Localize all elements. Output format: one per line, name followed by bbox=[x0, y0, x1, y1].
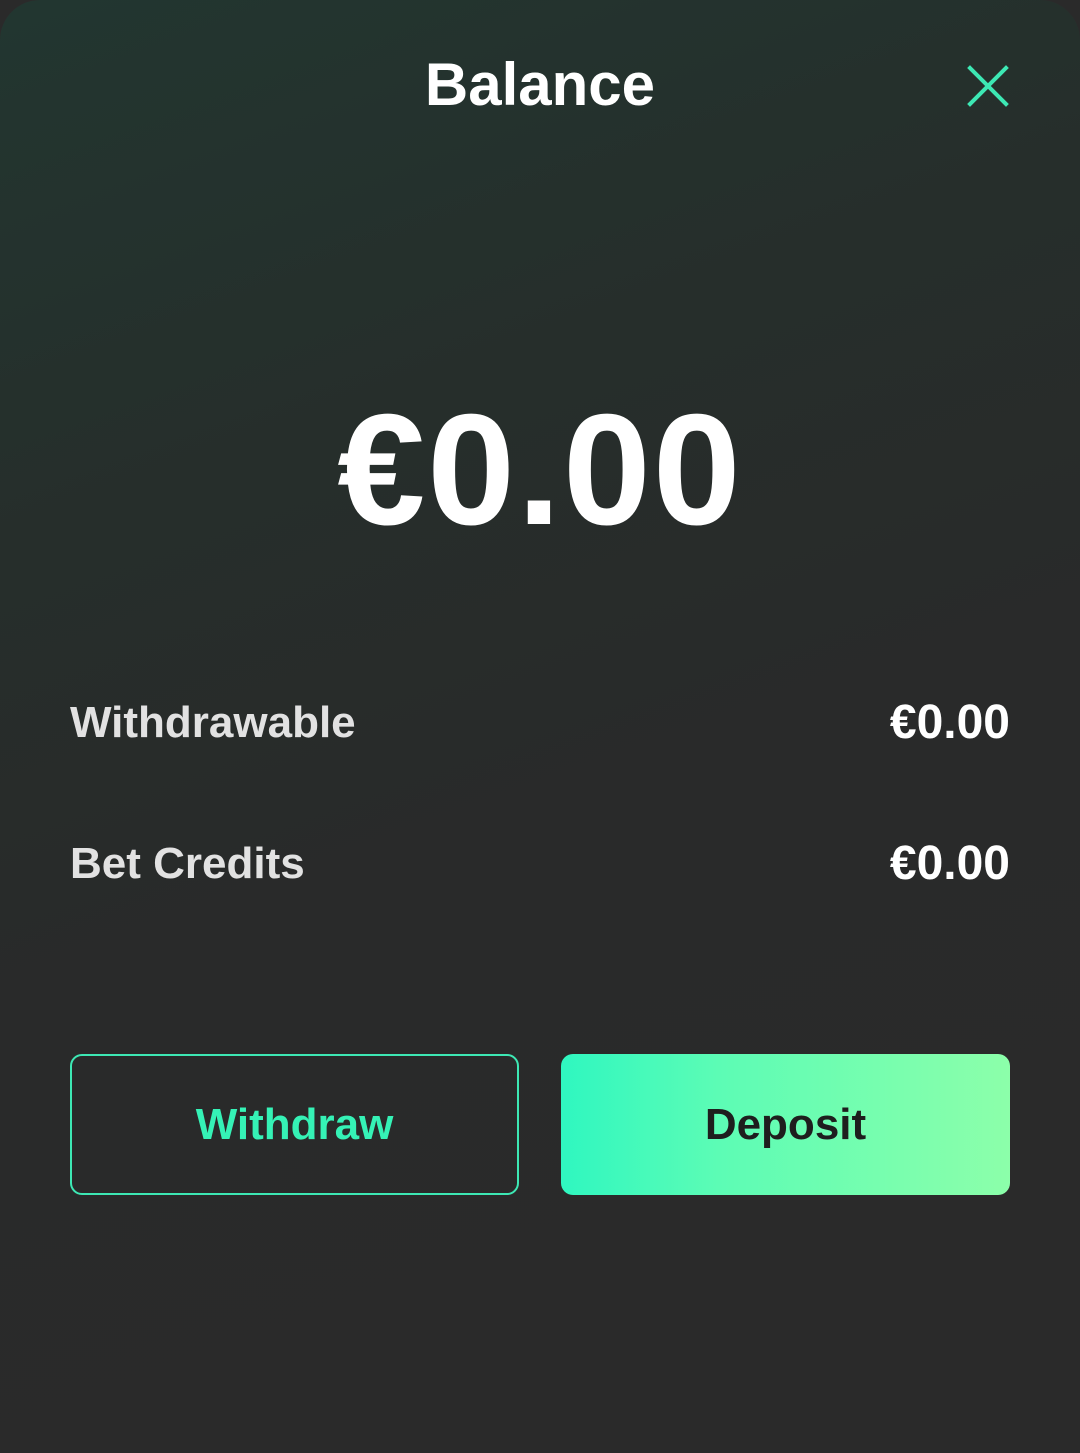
withdraw-button[interactable]: Withdraw bbox=[70, 1054, 519, 1195]
bet-credits-row: Bet Credits €0.00 bbox=[70, 834, 1010, 894]
bet-credits-value: €0.00 bbox=[889, 837, 1010, 890]
balance-sheet: Balance €0.00 Withdrawable €0.00 Bet Cre… bbox=[0, 0, 1080, 1453]
close-icon bbox=[958, 56, 1018, 116]
withdrawable-value: €0.00 bbox=[889, 696, 1010, 749]
deposit-button[interactable]: Deposit bbox=[561, 1054, 1010, 1195]
header: Balance bbox=[0, 40, 1080, 130]
total-balance: €0.00 bbox=[337, 382, 743, 558]
close-button[interactable] bbox=[958, 56, 1018, 116]
page-title: Balance bbox=[424, 51, 656, 118]
withdrawable-label: Withdrawable bbox=[70, 698, 356, 747]
bet-credits-label: Bet Credits bbox=[70, 839, 305, 888]
withdrawable-row: Withdrawable €0.00 bbox=[70, 693, 1010, 753]
